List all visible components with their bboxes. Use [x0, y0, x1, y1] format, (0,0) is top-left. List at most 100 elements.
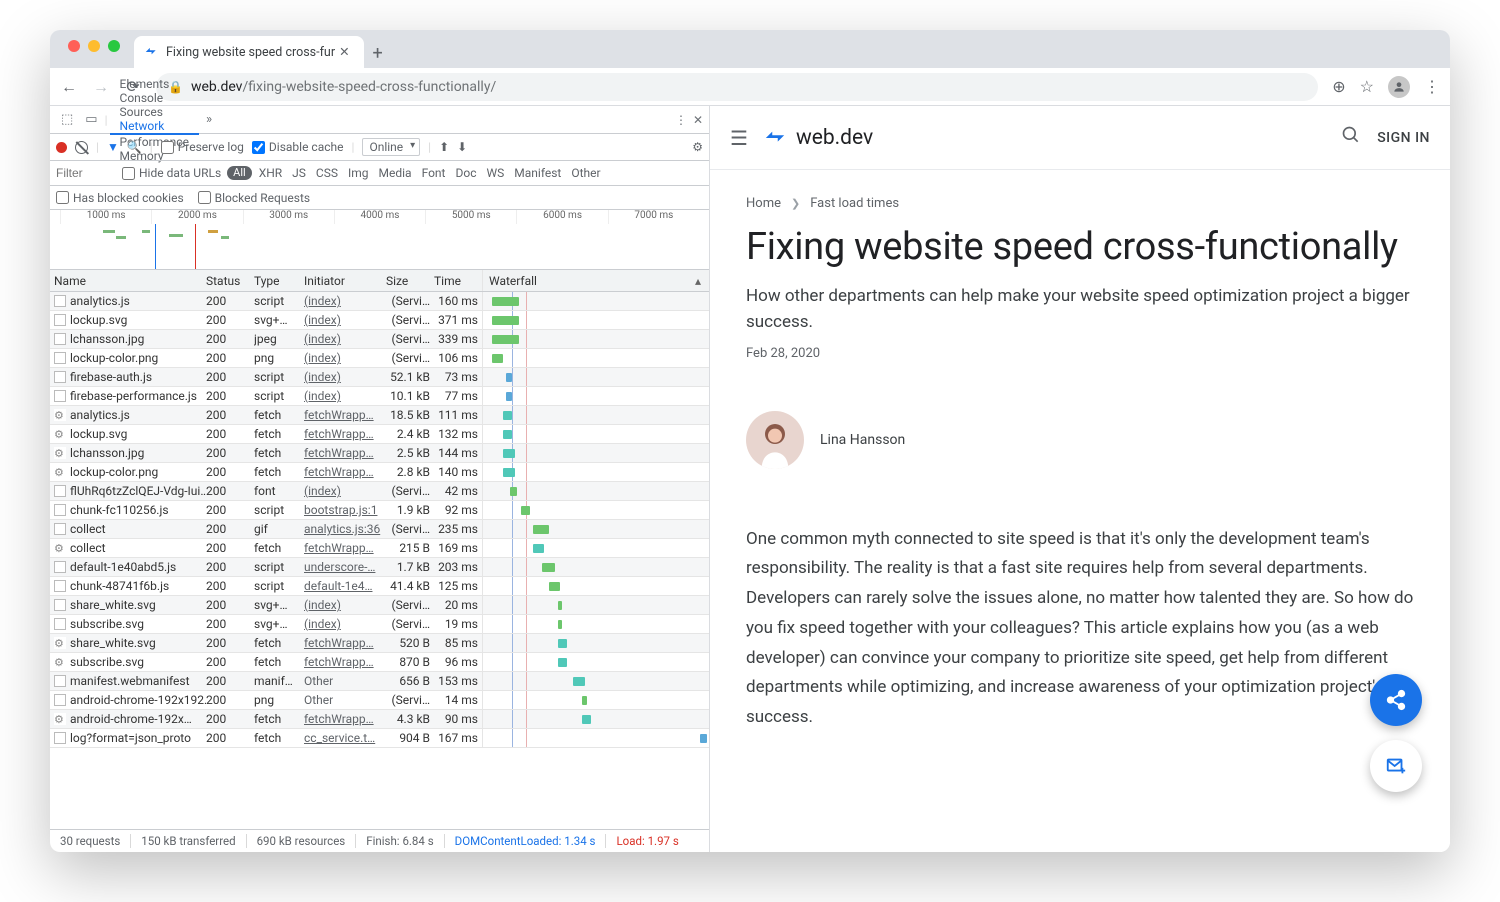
share-fab[interactable]	[1370, 674, 1422, 726]
browser-tab[interactable]: Fixing website speed cross-fur ✕	[134, 36, 364, 68]
table-row[interactable]: ⚙lchansson.jpg200fetchfetchWrapp…2.5 kB1…	[50, 444, 709, 463]
table-row[interactable]: ⚙subscribe.svg200fetchfetchWrapp…870 B96…	[50, 653, 709, 672]
table-header: Name Status Type Initiator Size Time Wat…	[50, 270, 709, 292]
minimize-window[interactable]	[88, 40, 100, 52]
col-status[interactable]: Status	[206, 274, 254, 288]
menu-icon[interactable]: ⋮	[1424, 77, 1440, 96]
type-filter-doc[interactable]: Doc	[452, 166, 479, 180]
clear-button[interactable]	[75, 141, 88, 154]
author-name: Lina Hansson	[820, 432, 905, 448]
file-icon	[54, 333, 66, 345]
bookmark-icon[interactable]: ☆	[1360, 77, 1374, 96]
overview-timeline[interactable]: 1000 ms2000 ms3000 ms4000 ms5000 ms6000 …	[50, 210, 709, 270]
table-row[interactable]: share_white.svg200svg+…(index)(Servi…20 …	[50, 596, 709, 615]
device-toggle-icon[interactable]: ▭	[80, 112, 102, 127]
type-filter-js[interactable]: JS	[289, 166, 309, 180]
type-filter-xhr[interactable]: XHR	[256, 166, 285, 180]
devtools-tab-sources[interactable]: Sources	[110, 105, 199, 119]
status-bar: 30 requests 150 kB transferred 690 kB re…	[50, 830, 709, 852]
type-filter-other[interactable]: Other	[568, 166, 603, 180]
col-name[interactable]: Name	[50, 274, 206, 288]
table-row[interactable]: lchansson.jpg200jpeg(index)(Servi…339 ms	[50, 330, 709, 349]
menu-icon[interactable]: ☰	[730, 126, 748, 150]
col-time[interactable]: Time	[434, 274, 482, 288]
table-row[interactable]: chunk-48741f6b.js200scriptdefault-1e4…41…	[50, 577, 709, 596]
upload-har-icon[interactable]: ⬆	[439, 140, 449, 154]
devtools-close-icon[interactable]: ✕	[693, 113, 703, 127]
maximize-window[interactable]	[108, 40, 120, 52]
page-subtitle: How other departments can help make your…	[746, 283, 1414, 336]
table-row[interactable]: ⚙android-chrome-192x…200fetchfetchWrapp……	[50, 710, 709, 729]
col-type[interactable]: Type	[254, 274, 304, 288]
close-tab-icon[interactable]: ✕	[335, 44, 353, 60]
devtools-tab-console[interactable]: Console	[110, 91, 199, 105]
profile-button[interactable]	[1388, 76, 1410, 98]
table-row[interactable]: ⚙lockup.svg200fetchfetchWrapp…2.4 kB132 …	[50, 425, 709, 444]
inspect-icon[interactable]: ⬚	[56, 112, 78, 127]
table-row[interactable]: collect200gifanalytics.js:36(Servi…235 m…	[50, 520, 709, 539]
crumb-home[interactable]: Home	[746, 196, 781, 211]
filter-bar-2: Has blocked cookies Blocked Requests	[50, 186, 709, 210]
disable-cache-checkbox[interactable]: Disable cache	[252, 140, 344, 154]
table-row[interactable]: android-chrome-192x192.…200pngOther(Serv…	[50, 691, 709, 710]
col-waterfall[interactable]: Waterfall▴	[482, 270, 709, 291]
more-tabs-icon[interactable]: »	[201, 112, 217, 127]
settings-icon[interactable]: ⚙	[692, 140, 703, 154]
table-row[interactable]: ⚙lockup-color.png200fetchfetchWrapp…2.8 …	[50, 463, 709, 482]
search-icon[interactable]	[1341, 125, 1361, 150]
sign-in-button[interactable]: SIGN IN	[1377, 130, 1430, 146]
site-logo[interactable]: web.dev	[764, 126, 873, 150]
table-row[interactable]: manifest.webmanifest200manif…Other656 B1…	[50, 672, 709, 691]
table-row[interactable]: log?format=json_proto200fetchcc_service.…	[50, 729, 709, 748]
type-filter-all[interactable]: All	[227, 166, 252, 180]
col-initiator[interactable]: Initiator	[304, 274, 386, 288]
site-header: ☰ web.dev SIGN IN	[710, 106, 1450, 170]
type-filter-media[interactable]: Media	[376, 166, 415, 180]
table-row[interactable]: firebase-performance.js200script(index)1…	[50, 387, 709, 406]
gear-icon: ⚙	[54, 428, 66, 440]
type-filter-img[interactable]: Img	[345, 166, 372, 180]
subscribe-fab[interactable]	[1370, 740, 1422, 792]
filter-input[interactable]	[56, 166, 116, 180]
table-row[interactable]: subscribe.svg200svg+…(index)(Servi…19 ms	[50, 615, 709, 634]
new-tab-button[interactable]: +	[364, 43, 392, 68]
table-row[interactable]: lockup.svg200svg+…(index)(Servi…371 ms	[50, 311, 709, 330]
back-button[interactable]: ←	[60, 77, 78, 97]
type-filter-ws[interactable]: WS	[483, 166, 507, 180]
type-filter-manifest[interactable]: Manifest	[511, 166, 564, 180]
install-app-icon[interactable]: ⊕	[1332, 77, 1345, 96]
col-size[interactable]: Size	[386, 274, 434, 288]
table-row[interactable]: ⚙collect200fetchfetchWrapp…215 B169 ms	[50, 539, 709, 558]
table-row[interactable]: default-1e40abd5.js200scriptunderscore-……	[50, 558, 709, 577]
devtools-tab-elements[interactable]: Elements	[110, 77, 199, 91]
table-row[interactable]: chunk-fc110256.js200scriptbootstrap.js:1…	[50, 501, 709, 520]
has-blocked-cookies-checkbox[interactable]: Has blocked cookies	[56, 191, 184, 205]
filter-toggle-icon[interactable]: ▼	[107, 140, 119, 154]
download-har-icon[interactable]: ⬇	[457, 140, 467, 154]
toolbar: ← → ⟳ 🔒 web.dev/fixing-website-speed-cro…	[50, 68, 1450, 106]
type-filter-font[interactable]: Font	[419, 166, 449, 180]
filter-bar: Hide data URLs All XHR JS CSS Img Media FontDo…	[50, 161, 709, 186]
share-icon	[1385, 689, 1407, 711]
record-button[interactable]	[56, 142, 67, 153]
table-row[interactable]: ⚙share_white.svg200fetchfetchWrapp…520 B…	[50, 634, 709, 653]
preserve-log-checkbox[interactable]: Preserve log	[161, 140, 244, 154]
close-window[interactable]	[68, 40, 80, 52]
table-row[interactable]: flUhRq6tzZclQEJ-Vdg-Iui…200font(index)(S…	[50, 482, 709, 501]
address-bar[interactable]: 🔒 web.dev/fixing-website-speed-cross-fun…	[156, 73, 1318, 101]
table-row[interactable]: analytics.js200script(index)(Servi…160 m…	[50, 292, 709, 311]
devtools-menu-icon[interactable]: ⋮	[675, 113, 687, 127]
type-filter-css[interactable]: CSS	[313, 166, 341, 180]
hide-data-urls-checkbox[interactable]: Hide data URLs	[122, 166, 221, 180]
blocked-requests-checkbox[interactable]: Blocked Requests	[198, 191, 310, 205]
crumb-fast-load[interactable]: Fast load times	[810, 196, 899, 211]
table-row[interactable]: ⚙analytics.js200fetchfetchWrapp…18.5 kB1…	[50, 406, 709, 425]
search-icon[interactable]: 🔍	[127, 140, 142, 154]
forward-button[interactable]: →	[92, 77, 110, 97]
throttling-select[interactable]: Online	[362, 138, 420, 156]
devtools-tab-network[interactable]: Network	[110, 119, 199, 135]
publish-date: Feb 28, 2020	[746, 346, 1414, 361]
table-row[interactable]: lockup-color.png200png(index)(Servi…106 …	[50, 349, 709, 368]
file-icon	[54, 580, 66, 592]
table-row[interactable]: firebase-auth.js200script(index)52.1 kB7…	[50, 368, 709, 387]
